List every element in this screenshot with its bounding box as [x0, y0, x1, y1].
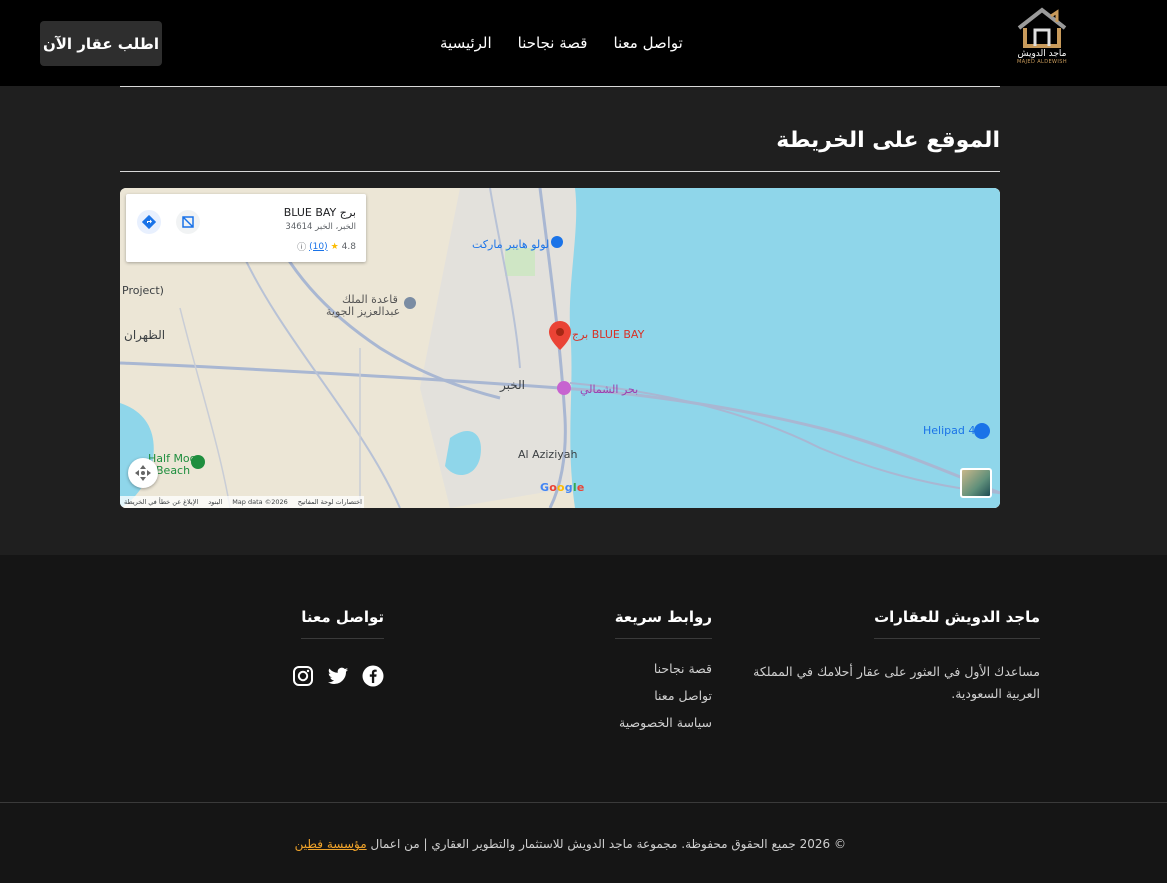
title-divider [120, 171, 1000, 172]
twitter-icon[interactable] [327, 665, 349, 687]
khobar-label: الخبر [500, 378, 525, 392]
request-property-button[interactable]: اطلب عقار الآن [40, 21, 162, 66]
facebook-icon[interactable] [362, 665, 384, 687]
airbase-label-2: عبدالعزيز الجوية [326, 305, 401, 318]
place-title[interactable]: برج BLUE BAY [284, 206, 356, 219]
nav-success-story[interactable]: قصة نجاحنا [518, 34, 588, 52]
lulu-label[interactable]: لولو هايبر ماركت [472, 238, 549, 251]
footer-link-privacy[interactable]: سياسة الخصوصية [512, 715, 712, 730]
nav-home[interactable]: الرئيسية [440, 34, 492, 52]
nav-contact[interactable]: تواصل معنا [613, 34, 682, 52]
logo-name-en: MAJED ALDEWISH [1017, 59, 1067, 65]
developer-link[interactable]: مؤسسة فطين [295, 837, 367, 851]
embedded-map[interactable]: برج BLUE BAY الخبر، الخبر 34614 ⓘ (10) ★… [120, 188, 1000, 508]
place-card[interactable]: برج BLUE BAY الخبر، الخبر 34614 ⓘ (10) ★… [126, 194, 366, 262]
footer-links-title: روابط سريعة [614, 608, 712, 639]
rating-value: 4.8 [341, 241, 356, 252]
main-nav: الرئيسية قصة نجاحنا تواصل معنا [440, 34, 700, 52]
footer-contact-title: تواصل معنا [301, 608, 384, 639]
terms-link[interactable]: البنود [208, 498, 222, 506]
place-address: الخبر، الخبر 34614 [285, 222, 356, 232]
corniche-label[interactable]: بحر الشمالي [580, 383, 638, 396]
pin-label[interactable]: برج BLUE BAY [572, 328, 644, 341]
dhahran-label: الظهران [124, 328, 166, 342]
footer-about-title: ماجد الدويش للعقارات [874, 608, 1040, 639]
footer-link-contact[interactable]: تواصل معنا [512, 688, 712, 703]
site-header: اطلب عقار الآن الرئيسية قصة نجاحنا تواصل… [0, 0, 1167, 86]
directions-icon [142, 215, 156, 229]
copyright-text: © 2026 جميع الحقوق محفوظة. مجموعة ماجد ا… [370, 837, 846, 851]
social-icons [184, 665, 384, 687]
project-label: Project) [122, 284, 164, 297]
place-rating: ⓘ (10) ★ 4.8 [297, 240, 356, 254]
instagram-icon[interactable] [292, 665, 314, 687]
map-pan-control[interactable] [128, 458, 158, 488]
map-attribution: الإبلاغ عن خطأ في الخريطة البنود Map dat… [120, 496, 364, 508]
site-logo[interactable]: ماجد الدويش MAJED ALDEWISH [1010, 6, 1074, 72]
review-count-link[interactable]: (10) [309, 242, 327, 252]
logo-name-ar: ماجد الدويش [1017, 49, 1067, 59]
report-map-error-link[interactable]: الإبلاغ عن خطأ في الخريطة [124, 498, 198, 506]
map-section-title: الموقع على الخريطة [776, 128, 1000, 153]
half-moon-label-2[interactable]: Beach [156, 464, 190, 477]
expand-icon [182, 216, 194, 228]
map-data-text: Map data ©2026 [232, 498, 288, 506]
footer-about-text: مساعدك الأول في العثور على عقار أحلامك ف… [753, 664, 1040, 701]
directions-button[interactable] [137, 210, 161, 234]
satellite-layer-toggle[interactable] [960, 468, 992, 498]
view-larger-map-button[interactable] [176, 210, 200, 234]
keyboard-shortcuts-link[interactable]: اختصارات لوحة المفاتيح [298, 498, 362, 506]
google-logo: Google [540, 481, 585, 494]
divider [120, 86, 1000, 87]
house-logo-icon [1017, 7, 1067, 48]
footer-link-success-story[interactable]: قصة نجاحنا [512, 661, 712, 676]
site-footer: ماجد الدويش للعقارات مساعدك الأول في الع… [0, 555, 1167, 803]
aziziyah-label: Al Aziziyah [518, 448, 578, 461]
footer-quick-links: روابط سريعة قصة نجاحنا تواصل معنا سياسة … [512, 607, 712, 742]
move-icon [135, 465, 151, 481]
copyright: © 2026 جميع الحقوق محفوظة. مجموعة ماجد ا… [276, 837, 846, 851]
info-icon[interactable]: ⓘ [297, 240, 306, 253]
helipad-label[interactable]: Helipad 4 [923, 424, 975, 437]
star-icon: ★ [330, 241, 339, 252]
footer-contact: تواصل معنا [184, 607, 384, 687]
footer-about: ماجد الدويش للعقارات مساعدك الأول في الع… [750, 607, 1040, 705]
footer-bottom: © 2026 جميع الحقوق محفوظة. مجموعة ماجد ا… [0, 803, 1167, 883]
